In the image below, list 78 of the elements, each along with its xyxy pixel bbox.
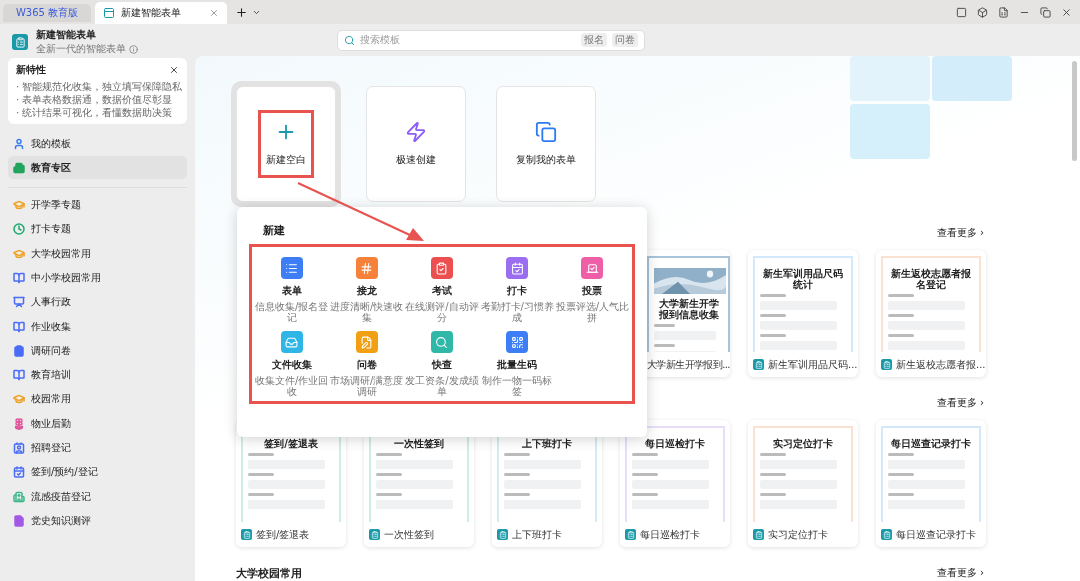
template-title: 大学新生开学报到...: [647, 357, 730, 372]
sidebar-item[interactable]: 调研问卷: [8, 339, 187, 363]
preview-title: 新生军训用品尺码统计: [762, 268, 844, 290]
sidebar-item[interactable]: 党史知识测评: [8, 509, 187, 533]
preview-title: 上下班打卡: [521, 438, 573, 449]
see-more-link[interactable]: 查看更多 ›: [936, 566, 984, 580]
section-title: 大学校园常用: [236, 565, 302, 581]
template-card[interactable]: 新生返校志愿者报名登记 新生返校志愿者报...: [876, 250, 986, 377]
search-tag[interactable]: 问卷: [612, 33, 638, 47]
template-card[interactable]: 实习定位打卡 实习定位打卡: [748, 420, 858, 547]
action-card[interactable]: 极速创建: [366, 86, 466, 202]
features-title: 新特性: [16, 63, 46, 77]
browser-tab[interactable]: 新建智能表单: [95, 2, 227, 24]
template-card[interactable]: 每日巡查记录打卡 每日巡查记录打卡: [876, 420, 986, 547]
template-title: 每日巡查记录打卡: [896, 527, 976, 542]
see-more-link[interactable]: 查看更多 ›: [936, 396, 984, 410]
form-type-description: 在线测评/自动评分: [404, 301, 480, 323]
app-title: 新建智能表单: [36, 28, 97, 42]
template-title: 新生返校志愿者报...: [896, 357, 986, 372]
app-subtitle: 全新一代的智能表单: [36, 42, 126, 56]
template-title: 上下班打卡: [512, 527, 562, 542]
preview-title: 每日巡查记录打卡: [890, 438, 972, 449]
template-card[interactable]: 新生军训用品尺码统计 新生军训用品尺码...: [748, 250, 858, 377]
form-type-description: 考勤打卡/习惯养成: [479, 301, 555, 323]
feature-line: · 统计结果可视化，看懂数据助决策: [16, 106, 174, 119]
action-label: 复制我的表单: [516, 153, 576, 167]
preview-title: 每日巡检打卡: [644, 438, 706, 449]
form-type-description: 制作一物一码标签: [481, 375, 554, 397]
form-type-name[interactable]: 快查: [432, 358, 452, 372]
sidebar-item[interactable]: 大学校园常用: [8, 242, 187, 266]
popup-title: 新建: [263, 223, 286, 238]
sidebar-item[interactable]: 教育培训: [8, 363, 187, 387]
sidebar-item[interactable]: 招聘登记: [8, 436, 187, 460]
template-title: 签到/签退表: [256, 527, 310, 542]
form-type-name[interactable]: 投票: [582, 284, 603, 298]
sidebar-item[interactable]: 流感疫苗登记: [8, 485, 187, 509]
preview-title: 新生返校志愿者报名登记: [890, 268, 972, 290]
form-type-name[interactable]: 打卡: [507, 284, 528, 298]
template-title: 每日巡检打卡: [640, 527, 700, 542]
sidebar-item[interactable]: 签到/预约/登记: [8, 460, 187, 484]
browser-tab[interactable]: W365 教育版: [3, 4, 91, 22]
template-title: 一次性签到: [384, 527, 434, 542]
feature-line: · 表单表格数据通，数据价值尽彰显: [16, 93, 174, 106]
action-label: 新建空白: [266, 153, 306, 167]
template-card[interactable]: 每日巡检打卡 每日巡检打卡: [620, 420, 730, 547]
action-card[interactable]: 新建空白: [236, 86, 336, 202]
sidebar-item[interactable]: 人事行政: [8, 290, 187, 314]
preview-title: 大学新生开学报到信息收集: [657, 298, 720, 320]
form-type-name[interactable]: 批量生码: [497, 358, 538, 372]
search-tag[interactable]: 报名: [581, 33, 607, 47]
see-more-link[interactable]: 查看更多 ›: [936, 226, 984, 240]
search-placeholder: 搜索模板: [360, 33, 400, 47]
form-type-name[interactable]: 接龙: [356, 284, 377, 298]
sidebar-item[interactable]: 校园常用: [8, 387, 187, 411]
form-type-name[interactable]: 考试: [432, 284, 452, 298]
template-title: 实习定位打卡: [768, 527, 828, 542]
form-type-description: 信息收集/报名登记: [254, 301, 330, 323]
preview-title: 签到/签退表: [263, 438, 319, 449]
action-label: 极速创建: [396, 153, 436, 167]
sidebar-item[interactable]: 打卡专题: [8, 217, 187, 241]
sidebar-item[interactable]: 作业收集: [8, 315, 187, 339]
form-type-name[interactable]: 文件收集: [271, 358, 312, 372]
action-card[interactable]: 复制我的表单: [496, 86, 596, 202]
sidebar-item[interactable]: 我的模板: [8, 132, 187, 155]
form-type-description: 收集文件/作业回收: [254, 375, 330, 397]
form-type-name[interactable]: 表单: [281, 284, 302, 298]
form-type-name[interactable]: 问卷: [356, 358, 377, 372]
preview-title: 实习定位打卡: [772, 438, 834, 449]
form-type-description: 发工资条/发成绩单: [404, 375, 480, 397]
sidebar-item[interactable]: 中小学校园常用: [8, 266, 187, 290]
sidebar-item[interactable]: 开学季专题: [8, 193, 187, 217]
preview-title: 一次性签到: [393, 438, 445, 449]
form-type-description: 进度清晰/快速收集: [329, 301, 405, 323]
template-title: 新生军训用品尺码...: [768, 357, 858, 372]
form-type-description: 市场调研/满意度调研: [329, 375, 405, 397]
sidebar-item[interactable]: 教育专区: [8, 156, 187, 180]
sidebar-item[interactable]: 物业后勤: [8, 412, 187, 436]
search-field[interactable]: 搜索模板 报名 问卷: [337, 29, 645, 51]
